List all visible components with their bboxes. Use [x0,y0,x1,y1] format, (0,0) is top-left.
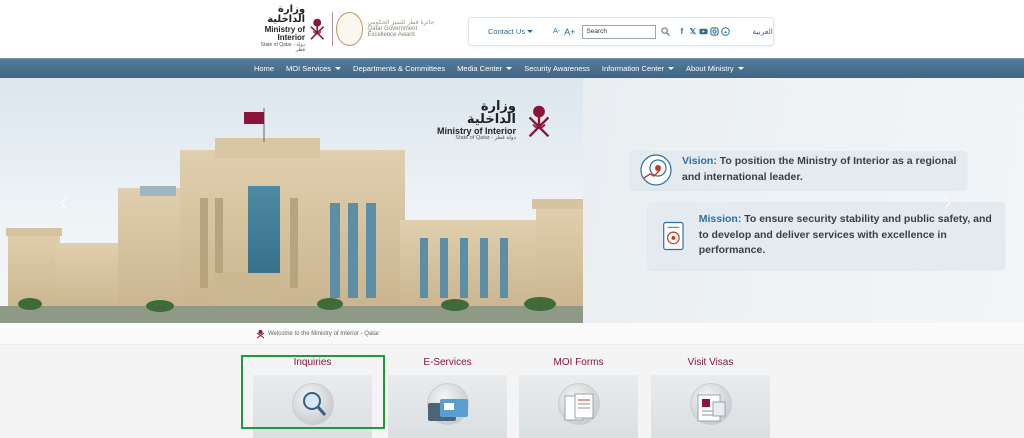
hero-logo-subtitle: State of Qatar - دولة قطر [455,135,516,142]
youtube-icon[interactable] [699,27,708,36]
target-icon [640,154,672,186]
social-links: f 𝕏 [677,27,732,36]
document-target-icon [663,221,684,250]
award-english-name: Qatar Government Excellence Award [367,25,418,39]
tile-title: E-Services [423,357,472,368]
tile-title: Visit Visas [687,357,734,368]
vision-text: Vision: To position the Ministry of Inte… [682,154,956,186]
mission-text: Mission: To ensure security stability an… [699,212,1005,259]
ministry-logo[interactable]: وزارة الداخلية Ministry of Interior Stat… [250,3,445,53]
nav-item-departments-committees[interactable]: Departments & Committees [353,64,445,73]
hero-logo-text: وزارة الداخلية Ministry of Interior Stat… [436,98,516,142]
instagram-icon[interactable] [710,27,720,36]
tile-e-services[interactable]: E-Services [388,357,507,438]
nav-items: Home MOI Services Departments & Committe… [254,58,756,78]
award-arabic-name: جائزة قطر للتميز الحكومي [367,18,435,26]
vision-card: Vision: To position the Ministry of Inte… [630,151,967,189]
hero-ministry-logo: وزارة الداخلية Ministry of Interior Stat… [436,98,562,142]
font-decrease-button[interactable]: A- [553,28,560,35]
hero-logo-arabic-name: وزارة الداخلية [466,98,516,128]
search-input[interactable] [582,24,657,39]
logo-english-name: Ministry of Interior [264,24,306,43]
x-icon[interactable]: 𝕏 [688,27,697,36]
contact-us-label: Contact Us [488,27,526,36]
service-tiles: Inquiries E-Services MOI Forms Visit Vis… [0,345,1024,438]
mission-line-2: to develop and deliver services with exc… [698,228,947,257]
nav-item-security-awareness[interactable]: Security Awareness [524,64,590,73]
nav-item-label: About Ministry [686,63,734,73]
contact-us-dropdown[interactable]: Contact Us [488,27,534,36]
mission-card: Mission: To ensure security stability an… [648,202,1005,269]
chevron-down-icon [668,66,675,70]
award-text: جائزة قطر للتميز الحكومي Qatar Governmen… [367,18,445,39]
nav-item-home[interactable]: Home [254,64,274,73]
tile-image [388,375,507,438]
main-navigation: Home MOI Services Departments & Committe… [0,58,1024,78]
nav-item-label: Media Center [457,63,503,73]
chevron-down-icon [506,66,513,70]
welcome-text: Welcome to the Ministry of Interior - Qa… [268,331,380,337]
tile-visit-visas[interactable]: Visit Visas [651,357,770,438]
logo-separator [331,12,333,46]
header-toolbar: Contact Us A- A+ f 𝕏 العربية [468,17,774,46]
tile-image [651,375,770,438]
qatar-emblem-icon [528,105,550,138]
forms-icon [564,393,594,421]
chevron-down-icon [527,30,534,33]
welcome-strip: Welcome to the Ministry of Interior - Qa… [0,323,1024,345]
hero-slider: وزارة الداخلية Ministry of Interior Stat… [0,78,1024,323]
nav-item-label: Security Awareness [524,63,590,73]
welcome-content: Welcome to the Ministry of Interior - Qa… [256,329,379,339]
nav-item-information-center[interactable]: Information Center [601,63,675,73]
search-icon[interactable] [661,27,671,36]
nav-item-label: MOI Services [286,63,332,73]
logo-arabic-name: وزارة الداخلية [267,3,306,26]
qatar-emblem-icon [256,330,265,339]
logo-subtitle: State of Qatar - دولة قطر [260,41,306,53]
award-seal-icon [336,12,364,46]
vision-label: Vision: [682,155,717,168]
nav-item-label: Home [254,63,275,73]
vision-line-2: and international leader. [682,171,803,183]
cards-icon [428,399,468,421]
hero-info-panel [583,78,1024,323]
facebook-icon[interactable]: f [677,27,686,36]
nav-item-about-ministry[interactable]: About Ministry [686,64,744,73]
chevron-down-icon [737,66,744,70]
site-header: وزارة الداخلية Ministry of Interior Stat… [0,0,1024,58]
vision-line-1: To position the Ministry of Interior as … [716,155,957,168]
mission-label: Mission: [698,212,742,225]
qatar-emblem-icon [310,18,325,40]
font-increase-button[interactable]: A+ [564,27,575,37]
tile-moi-forms[interactable]: MOI Forms [519,357,638,438]
nav-item-label: Information Center [601,63,665,73]
tile-image [519,375,638,438]
mission-line-1: To ensure security stability and public … [741,212,992,225]
nav-item-label: Departments & Committees [353,63,446,73]
logo-text: وزارة الداخلية Ministry of Interior Stat… [250,3,306,53]
visa-icon [697,394,726,422]
chevron-down-icon [335,66,342,70]
language-switch-link[interactable]: العربية [752,27,773,36]
nav-item-media-center[interactable]: Media Center [457,63,513,73]
nav-item-moi-services[interactable]: MOI Services [286,63,342,73]
tile-highlight-box [241,355,385,429]
tile-title: MOI Forms [553,357,604,368]
snapchat-icon[interactable] [721,27,731,36]
